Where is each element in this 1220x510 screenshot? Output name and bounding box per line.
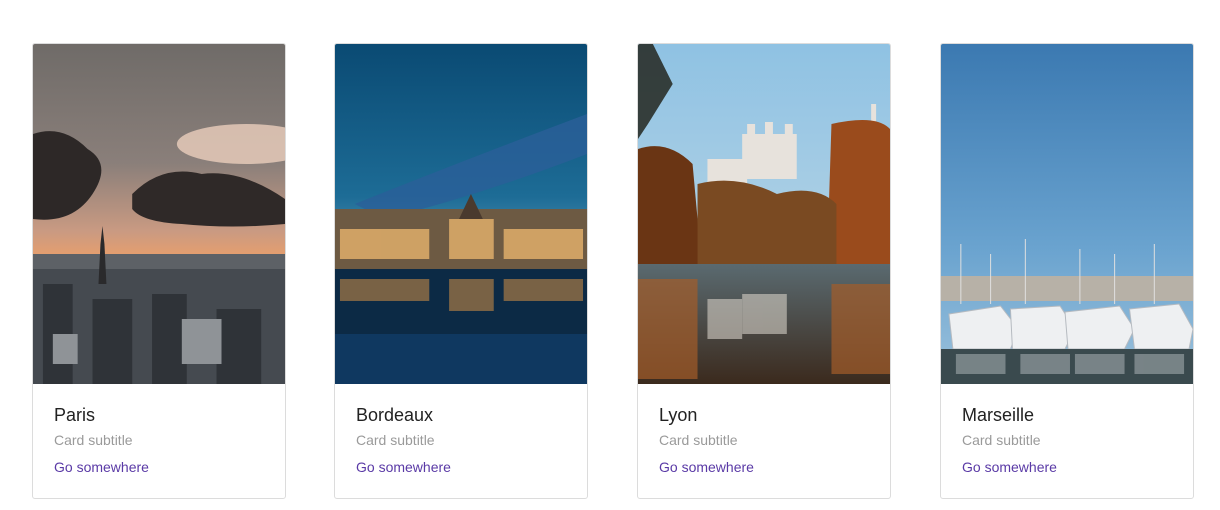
card-subtitle: Card subtitle xyxy=(356,432,435,448)
card-title: Lyon xyxy=(659,405,698,425)
card-image-paris xyxy=(33,44,285,384)
card-grid: Paris Card subtitle Go somewhere Bordeau… xyxy=(0,0,1220,510)
card-body: Marseille Card subtitle Go somewhere xyxy=(941,384,1193,477)
card-lyon: Lyon Card subtitle Go somewhere xyxy=(637,43,891,499)
card-paris: Paris Card subtitle Go somewhere xyxy=(32,43,286,499)
card-image-marseille xyxy=(941,44,1193,384)
card-body: Bordeaux Card subtitle Go somewhere xyxy=(335,384,587,477)
card-image-bordeaux xyxy=(335,44,587,384)
card-image-lyon xyxy=(638,44,890,384)
card-link[interactable]: Go somewhere xyxy=(356,458,451,476)
card-link[interactable]: Go somewhere xyxy=(962,458,1057,476)
card-body: Lyon Card subtitle Go somewhere xyxy=(638,384,890,477)
card-subtitle: Card subtitle xyxy=(659,432,738,448)
card-bordeaux: Bordeaux Card subtitle Go somewhere xyxy=(334,43,588,499)
card-title: Marseille xyxy=(962,405,1035,425)
card-marseille: Marseille Card subtitle Go somewhere xyxy=(940,43,1194,499)
card-link[interactable]: Go somewhere xyxy=(54,458,149,476)
card-subtitle: Card subtitle xyxy=(54,432,133,448)
card-title: Bordeaux xyxy=(356,405,434,425)
card-link[interactable]: Go somewhere xyxy=(659,458,754,476)
card-subtitle: Card subtitle xyxy=(962,432,1041,448)
card-body: Paris Card subtitle Go somewhere xyxy=(33,384,285,477)
card-title: Paris xyxy=(54,405,96,425)
